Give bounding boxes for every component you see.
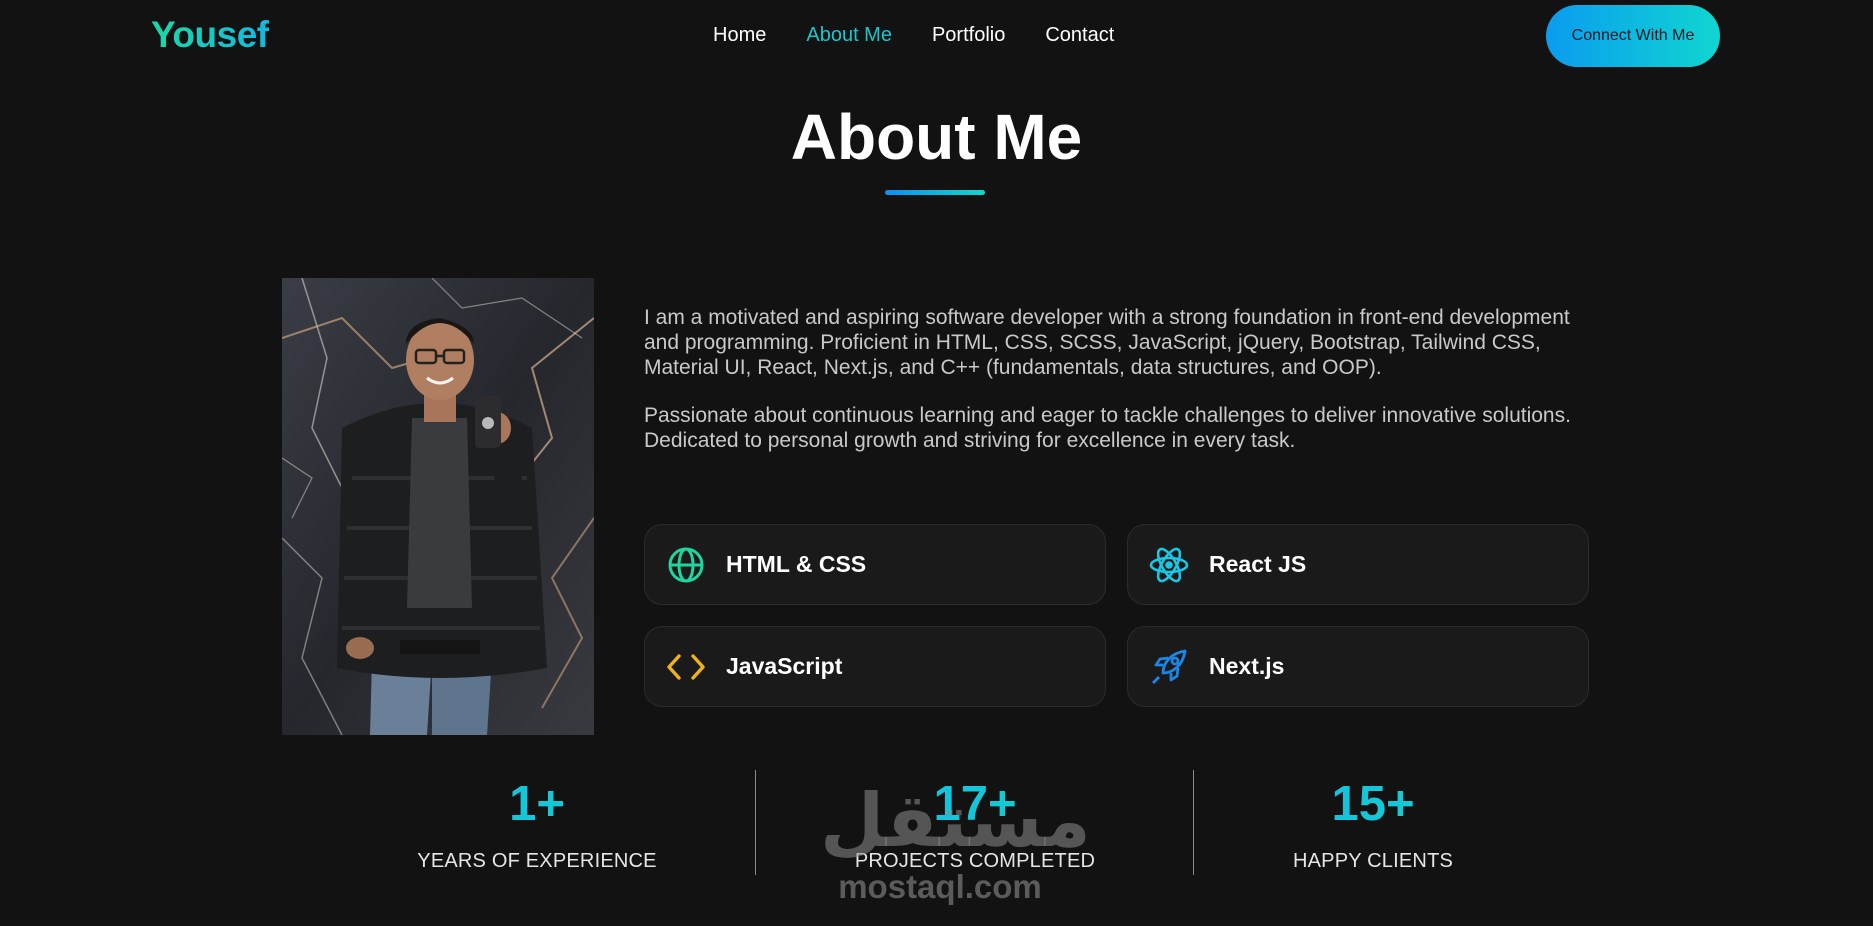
skill-card-html-css[interactable]: HTML & CSS — [644, 524, 1106, 605]
bio-paragraph: I am a motivated and aspiring software d… — [644, 306, 1570, 379]
stat-years-experience: 1+ YEARS OF EXPERIENCE — [347, 772, 727, 873]
nav-link-about-me[interactable]: About Me — [806, 24, 892, 47]
section-title: About Me — [790, 101, 1083, 173]
bio-paragraph: Passionate about continuous learning and… — [644, 404, 1571, 452]
watermark-logo: مستقل — [820, 778, 1091, 864]
nav-link-portfolio[interactable]: Portfolio — [932, 24, 1005, 47]
stat-happy-clients: 15+ HAPPY CLIENTS — [1183, 772, 1563, 873]
stat-label: HAPPY CLIENTS — [1292, 850, 1454, 872]
skill-card-next-js[interactable]: Next.js — [1127, 626, 1589, 707]
stat-value: 15+ — [1183, 772, 1563, 836]
skill-label: React JS — [1209, 551, 1307, 577]
atom-icon — [1149, 545, 1189, 585]
connect-with-me-button[interactable]: Connect With Me — [1546, 5, 1720, 67]
bio: I am a motivated and aspiring software d… — [644, 305, 1584, 476]
title-underline — [885, 190, 985, 195]
logo[interactable]: Yousef — [151, 14, 269, 56]
nav-link-contact[interactable]: Contact — [1045, 24, 1114, 47]
nav-links: Home About Me Portfolio Contact — [713, 24, 1114, 47]
nav-link-home[interactable]: Home — [713, 24, 766, 47]
stat-label: YEARS OF EXPERIENCE — [417, 850, 657, 872]
globe-icon — [666, 545, 706, 585]
stat-value: 1+ — [347, 772, 727, 836]
skill-card-javascript[interactable]: JavaScript — [644, 626, 1106, 707]
profile-photo — [282, 278, 594, 735]
skill-label: HTML & CSS — [726, 551, 867, 577]
navbar: Yousef Home About Me Portfolio Contact C… — [0, 0, 1873, 72]
stat-divider — [755, 770, 756, 875]
skill-card-react-js[interactable]: React JS — [1127, 524, 1589, 605]
code-icon — [666, 647, 706, 687]
watermark-text: mostaql.com — [838, 868, 1042, 905]
skill-label: JavaScript — [726, 653, 843, 679]
skill-label: Next.js — [1209, 653, 1285, 679]
rocket-icon — [1149, 647, 1189, 687]
